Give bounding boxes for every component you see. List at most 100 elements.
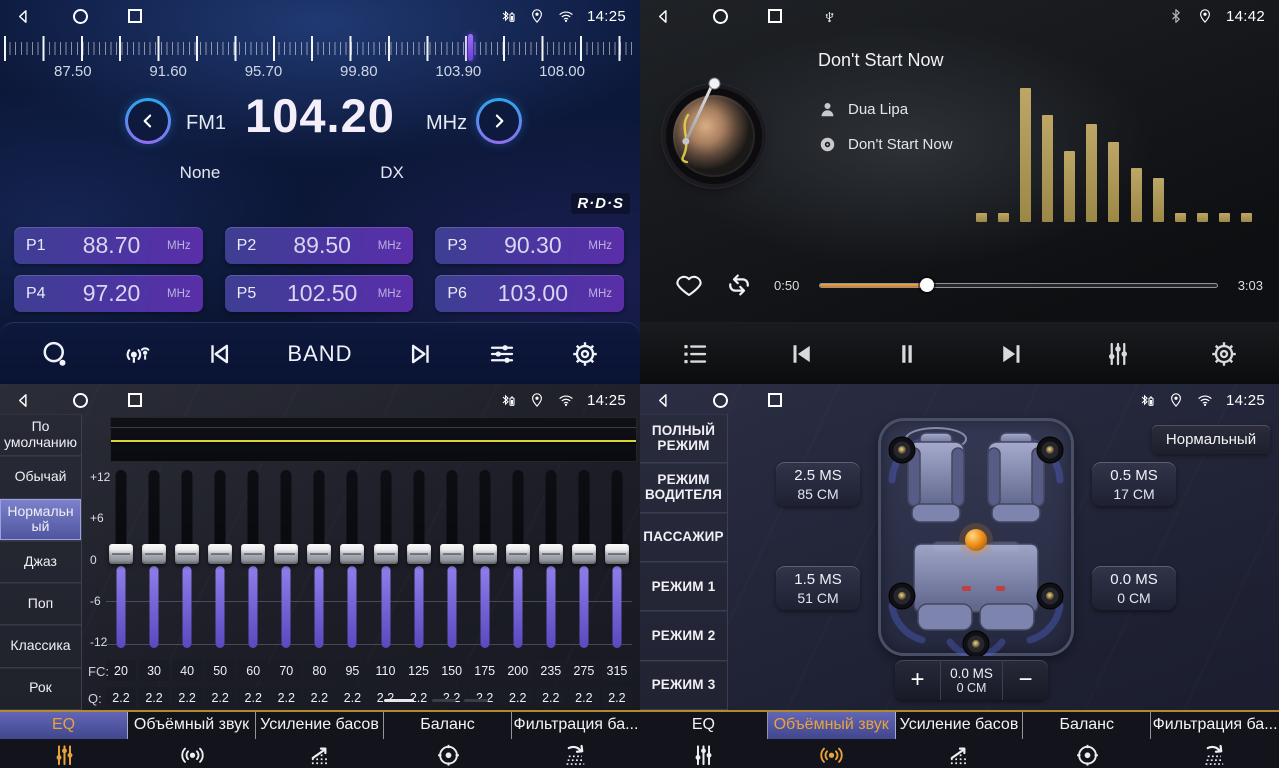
preset-button[interactable]: P4 97.20 MHz — [14, 275, 203, 312]
nav-recents-icon[interactable] — [128, 9, 142, 23]
equalizer-icon[interactable] — [487, 339, 517, 369]
preset-button[interactable]: P3 90.30 MHz — [435, 227, 624, 264]
audio-tab[interactable]: Усиление басов — [256, 712, 384, 768]
audio-tab[interactable]: Объёмный звук — [768, 712, 896, 768]
listening-mode-item[interactable]: РЕЖИМ ВОДИТЕЛЯ — [640, 463, 727, 512]
audio-settings-icon[interactable] — [1103, 339, 1133, 369]
delay-increase-button[interactable]: + — [895, 660, 941, 700]
eq-slider-handle[interactable] — [473, 544, 497, 564]
eq-slider-handle[interactable] — [539, 544, 563, 564]
listening-mode-item[interactable]: ПОЛНЫЙ РЕЖИМ — [640, 414, 727, 463]
eq-slider-handle[interactable] — [374, 544, 398, 564]
eq-slider-handle[interactable] — [208, 544, 232, 564]
eq-band-slider[interactable] — [569, 470, 599, 648]
eq-band-slider[interactable] — [106, 470, 136, 648]
settings-gear-icon[interactable] — [1209, 339, 1239, 369]
playlist-icon[interactable] — [680, 339, 710, 369]
eq-preset-item[interactable]: Рок — [0, 668, 81, 710]
rear-left-delay-button[interactable]: 1.5 MS 51 CM — [776, 566, 860, 610]
eq-slider-handle[interactable] — [407, 544, 431, 564]
preset-button[interactable]: P1 88.70 MHz — [14, 227, 203, 264]
pause-icon[interactable] — [892, 339, 922, 369]
eq-band-slider[interactable] — [172, 470, 202, 648]
nav-recents-icon[interactable] — [128, 393, 142, 407]
scan-icon[interactable] — [40, 339, 70, 369]
eq-band-slider[interactable] — [371, 470, 401, 648]
seek-bar[interactable] — [819, 283, 1217, 288]
eq-band-slider[interactable] — [304, 470, 334, 648]
eq-slider-handle[interactable] — [340, 544, 364, 564]
audio-tab[interactable]: Фильтрация ба... — [512, 712, 640, 768]
listening-mode-item[interactable]: РЕЖИМ 1 — [640, 562, 727, 611]
eq-slider-handle[interactable] — [572, 544, 596, 564]
front-left-delay-button[interactable]: 2.5 MS 85 CM — [776, 462, 860, 506]
previous-track-icon[interactable] — [786, 339, 816, 369]
eq-slider-handle[interactable] — [506, 544, 530, 564]
audio-tab[interactable]: Баланс — [1023, 712, 1151, 768]
preset-button[interactable]: P6 103.00 MHz — [435, 275, 624, 312]
eq-band-slider[interactable] — [139, 470, 169, 648]
eq-band-slider[interactable] — [602, 470, 632, 648]
eq-preset-item[interactable]: Нормальный — [0, 499, 81, 541]
band-button[interactable]: BAND — [287, 341, 352, 367]
eq-band-slider[interactable] — [337, 470, 367, 648]
next-station-icon[interactable] — [405, 339, 435, 369]
next-track-icon[interactable] — [997, 339, 1027, 369]
listening-mode-item[interactable]: ПАССАЖИР — [640, 513, 727, 562]
preset-button[interactable]: P2 89.50 MHz — [225, 227, 414, 264]
eq-preset-item[interactable]: Поп — [0, 583, 81, 625]
broadcast-icon[interactable] — [122, 339, 152, 369]
eq-band-slider[interactable] — [470, 470, 500, 648]
eq-band-slider[interactable] — [536, 470, 566, 648]
eq-slider-handle[interactable] — [440, 544, 464, 564]
seek-knob[interactable] — [920, 278, 934, 292]
delay-decrease-button[interactable]: − — [1002, 660, 1048, 700]
frequency-ruler[interactable] — [0, 34, 640, 62]
eq-slider-handle[interactable] — [605, 544, 629, 564]
nav-home-icon[interactable] — [73, 9, 88, 24]
eq-slider-handle[interactable] — [142, 544, 166, 564]
eq-slider-handle[interactable] — [307, 544, 331, 564]
eq-band-slider[interactable] — [503, 470, 533, 648]
eq-preset-item[interactable]: Обычай — [0, 456, 81, 498]
eq-slider-handle[interactable] — [109, 544, 133, 564]
listening-mode-item[interactable]: РЕЖИМ 3 — [640, 661, 727, 710]
nav-home-icon[interactable] — [713, 9, 728, 24]
audio-tab[interactable]: Усиление басов — [896, 712, 1024, 768]
audio-tab[interactable]: EQ — [640, 712, 768, 768]
eq-band-slider[interactable] — [271, 470, 301, 648]
eq-band-slider[interactable] — [404, 470, 434, 648]
nav-back-icon[interactable] — [14, 7, 33, 26]
eq-preset-item[interactable]: Джаз — [0, 541, 81, 583]
nav-back-icon[interactable] — [14, 391, 33, 410]
listening-mode-item[interactable]: РЕЖИМ 2 — [640, 611, 727, 660]
tune-down-button[interactable] — [125, 98, 171, 144]
nav-back-icon[interactable] — [654, 391, 673, 410]
eq-band-slider[interactable] — [238, 470, 268, 648]
audio-tab[interactable]: EQ — [0, 712, 128, 768]
rear-right-delay-button[interactable]: 0.0 MS 0 CM — [1092, 566, 1176, 610]
scroll-indicator[interactable] — [384, 699, 414, 702]
surround-preset-button[interactable]: Нормальный — [1152, 425, 1270, 454]
eq-preset-item[interactable]: Классика — [0, 625, 81, 667]
preset-button[interactable]: P5 102.50 MHz — [225, 275, 414, 312]
eq-slider-handle[interactable] — [274, 544, 298, 564]
eq-band-slider[interactable] — [205, 470, 235, 648]
settings-gear-icon[interactable] — [570, 339, 600, 369]
favorite-heart-icon[interactable] — [674, 270, 704, 300]
nav-home-icon[interactable] — [713, 393, 728, 408]
eq-preset-item[interactable]: По умолчанию — [0, 414, 81, 456]
nav-home-icon[interactable] — [73, 393, 88, 408]
nav-recents-icon[interactable] — [768, 9, 782, 23]
eq-band-slider[interactable] — [437, 470, 467, 648]
tune-up-button[interactable] — [476, 98, 522, 144]
previous-station-icon[interactable] — [205, 339, 235, 369]
repeat-icon[interactable] — [724, 270, 754, 300]
audio-tab[interactable]: Объёмный звук — [128, 712, 256, 768]
audio-tab[interactable]: Фильтрация ба... — [1151, 712, 1279, 768]
audio-tab[interactable]: Баланс — [384, 712, 512, 768]
nav-back-icon[interactable] — [654, 7, 673, 26]
eq-slider-handle[interactable] — [175, 544, 199, 564]
front-right-delay-button[interactable]: 0.5 MS 17 CM — [1092, 462, 1176, 506]
eq-slider-handle[interactable] — [241, 544, 265, 564]
